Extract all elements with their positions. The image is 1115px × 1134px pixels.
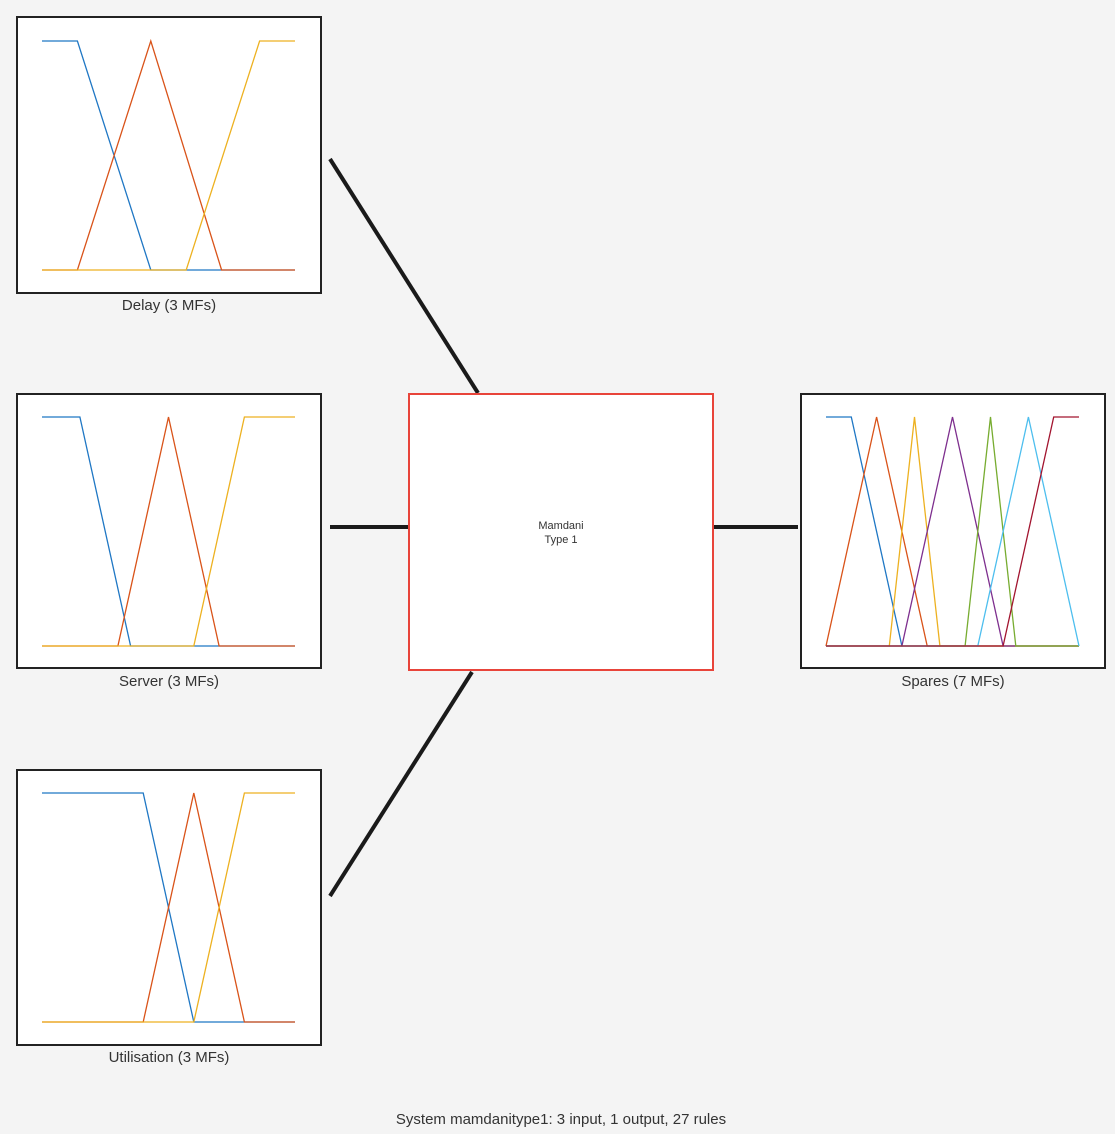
mf-plot-box xyxy=(800,393,1106,669)
system-type-line1: Mamdani xyxy=(538,520,583,532)
input-label-utilisation: Utilisation (3 MFs) xyxy=(109,1049,230,1066)
output-label-spares: Spares (7 MFs) xyxy=(901,673,1004,690)
mf-plot-box xyxy=(16,16,322,294)
system-box xyxy=(408,393,714,671)
input-label-server: Server (3 MFs) xyxy=(119,673,219,690)
connector-delay xyxy=(328,157,480,395)
system-block[interactable]: Mamdani Type 1 xyxy=(408,393,714,671)
fis-diagram: Delay (3 MFs) Server (3 MFs) Utilisation… xyxy=(16,16,1106,1128)
output-spares[interactable]: Spares (7 MFs) xyxy=(800,393,1106,690)
input-server[interactable]: Server (3 MFs) xyxy=(16,393,322,690)
connector-utilisation xyxy=(328,670,474,898)
system-type-line2: Type 1 xyxy=(544,534,577,546)
system-caption: System mamdanitype1: 3 input, 1 output, … xyxy=(396,1111,726,1128)
mf-plot-box xyxy=(16,393,322,669)
input-delay[interactable]: Delay (3 MFs) xyxy=(16,16,322,314)
input-utilisation[interactable]: Utilisation (3 MFs) xyxy=(16,769,322,1066)
input-label-delay: Delay (3 MFs) xyxy=(122,297,216,314)
